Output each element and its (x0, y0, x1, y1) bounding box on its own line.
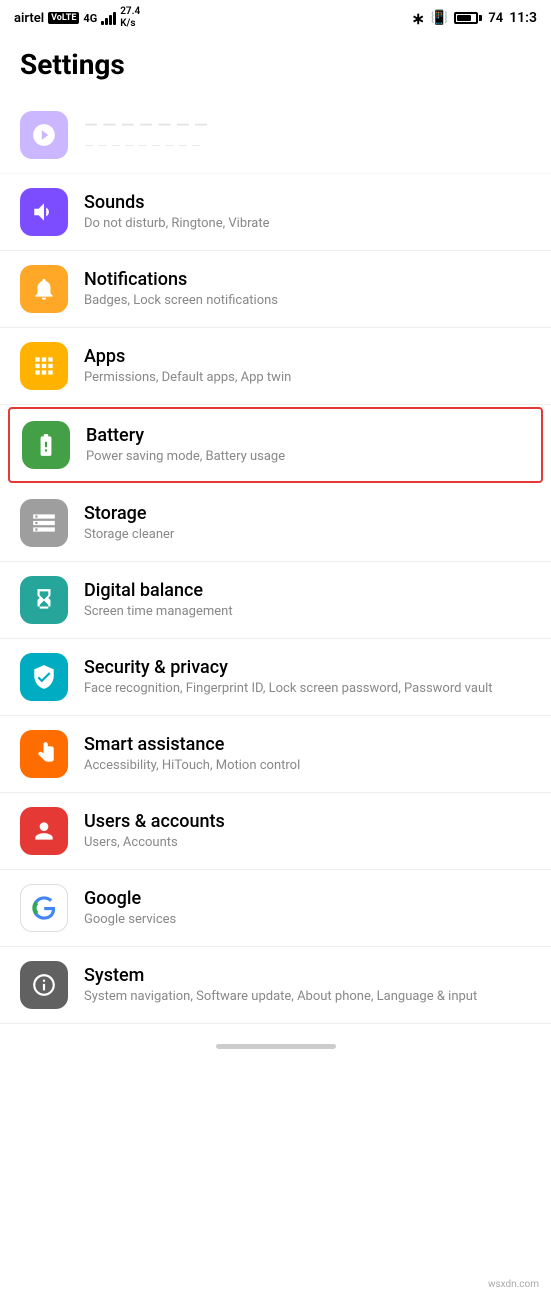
partial-item-text: — — — — — — — — — — — — — — — — (84, 115, 531, 156)
smart-assistance-subtitle: Accessibility, HiTouch, Motion control (84, 758, 531, 775)
settings-item-smart-assistance[interactable]: Smart assistance Accessibility, HiTouch,… (0, 716, 551, 793)
notifications-icon-wrapper (20, 265, 68, 313)
digital-balance-title: Digital balance (84, 580, 531, 601)
digital-balance-text: Digital balance Screen time management (84, 580, 531, 621)
system-text: System System navigation, Software updat… (84, 965, 531, 1006)
storage-title: Storage (84, 503, 531, 524)
notifications-title: Notifications (84, 269, 531, 290)
settings-item-notifications[interactable]: Notifications Badges, Lock screen notifi… (0, 251, 551, 328)
users-accounts-text: Users & accounts Users, Accounts (84, 811, 531, 852)
settings-item-security-privacy[interactable]: Security & privacy Face recognition, Fin… (0, 639, 551, 716)
settings-item-apps[interactable]: Apps Permissions, Default apps, App twin (0, 328, 551, 405)
battery-subtitle: Power saving mode, Battery usage (86, 449, 529, 466)
settings-item-google[interactable]: Google Google services (0, 870, 551, 947)
apps-title: Apps (84, 346, 531, 367)
google-title: Google (84, 888, 531, 909)
partial-item-title: — — — — — — — (84, 115, 531, 136)
notifications-text: Notifications Badges, Lock screen notifi… (84, 269, 531, 310)
digital-balance-subtitle: Screen time management (84, 604, 531, 621)
storage-text: Storage Storage cleaner (84, 503, 531, 544)
apps-icon (31, 353, 57, 379)
page-title: Settings (20, 48, 531, 81)
volte-badge: VoLTE (48, 12, 79, 24)
battery-title: Battery (86, 425, 529, 446)
status-right: ∗ 📳 74 11:3 (411, 9, 537, 28)
apps-text: Apps Permissions, Default apps, App twin (84, 346, 531, 387)
vibrate-icon: 📳 (431, 10, 448, 26)
battery-icon-wrapper (22, 421, 70, 469)
system-subtitle: System navigation, Software update, Abou… (84, 989, 531, 1006)
google-text: Google Google services (84, 888, 531, 929)
smart-assistance-icon-wrapper (20, 730, 68, 778)
security-icon-wrapper (20, 653, 68, 701)
home-bar (216, 1044, 336, 1049)
sounds-icon-wrapper (20, 188, 68, 236)
home-indicator[interactable] (0, 1024, 551, 1061)
google-icon (30, 894, 58, 922)
settings-item-storage[interactable]: Storage Storage cleaner (0, 485, 551, 562)
digital-balance-icon-wrapper (20, 576, 68, 624)
sounds-subtitle: Do not disturb, Ringtone, Vibrate (84, 216, 531, 233)
status-bar: airtel VoLTE 4G 27.4K/s ∗ 📳 74 11:3 (0, 0, 551, 36)
settings-item-digital-balance[interactable]: Digital balance Screen time management (0, 562, 551, 639)
battery-icon (454, 12, 482, 24)
partial-icon-svg (31, 122, 57, 148)
person-icon (31, 818, 57, 844)
bluetooth-icon: ∗ (411, 9, 424, 28)
smart-assistance-text: Smart assistance Accessibility, HiTouch,… (84, 734, 531, 775)
partial-icon (20, 111, 68, 159)
signal-icon (101, 11, 116, 25)
hourglass-icon (31, 587, 57, 613)
time: 11:3 (509, 10, 537, 26)
partial-item[interactable]: — — — — — — — — — — — — — — — — (0, 97, 551, 174)
settings-item-users-accounts[interactable]: Users & accounts Users, Accounts (0, 793, 551, 870)
sounds-text: Sounds Do not disturb, Ringtone, Vibrate (84, 192, 531, 233)
battery-text: Battery Power saving mode, Battery usage (86, 425, 529, 466)
storage-icon-wrapper (20, 499, 68, 547)
info-icon (31, 972, 57, 998)
speaker-icon (31, 199, 57, 225)
battery-charging-icon (33, 432, 59, 458)
hand-icon (31, 741, 57, 767)
storage-icon (31, 510, 57, 536)
carrier-name: airtel (14, 11, 44, 26)
battery-level: 74 (488, 11, 503, 26)
users-accounts-subtitle: Users, Accounts (84, 835, 531, 852)
system-icon-wrapper (20, 961, 68, 1009)
security-privacy-title: Security & privacy (84, 657, 531, 678)
system-title: System (84, 965, 531, 986)
users-accounts-title: Users & accounts (84, 811, 531, 832)
shield-icon (31, 664, 57, 690)
security-privacy-text: Security & privacy Face recognition, Fin… (84, 657, 531, 698)
network-type: 4G (83, 12, 97, 25)
sounds-title: Sounds (84, 192, 531, 213)
security-privacy-subtitle: Face recognition, Fingerprint ID, Lock s… (84, 681, 531, 698)
partial-item-subtitle: — — — — — — — — — (84, 139, 531, 156)
google-icon-wrapper (20, 884, 68, 932)
settings-item-sounds[interactable]: Sounds Do not disturb, Ringtone, Vibrate (0, 174, 551, 251)
bell-icon (31, 276, 57, 302)
storage-subtitle: Storage cleaner (84, 527, 531, 544)
smart-assistance-title: Smart assistance (84, 734, 531, 755)
watermark: wsxdn.com (484, 1277, 543, 1292)
status-left: airtel VoLTE 4G 27.4K/s (14, 6, 140, 30)
notifications-subtitle: Badges, Lock screen notifications (84, 293, 531, 310)
apps-icon-wrapper (20, 342, 68, 390)
settings-item-battery[interactable]: Battery Power saving mode, Battery usage (8, 407, 543, 483)
users-icon-wrapper (20, 807, 68, 855)
apps-subtitle: Permissions, Default apps, App twin (84, 370, 531, 387)
network-speed: 27.4K/s (120, 6, 140, 30)
settings-item-system[interactable]: System System navigation, Software updat… (0, 947, 551, 1024)
page-title-section: Settings (0, 36, 551, 97)
google-subtitle: Google services (84, 912, 531, 929)
settings-list: Sounds Do not disturb, Ringtone, Vibrate… (0, 174, 551, 1024)
